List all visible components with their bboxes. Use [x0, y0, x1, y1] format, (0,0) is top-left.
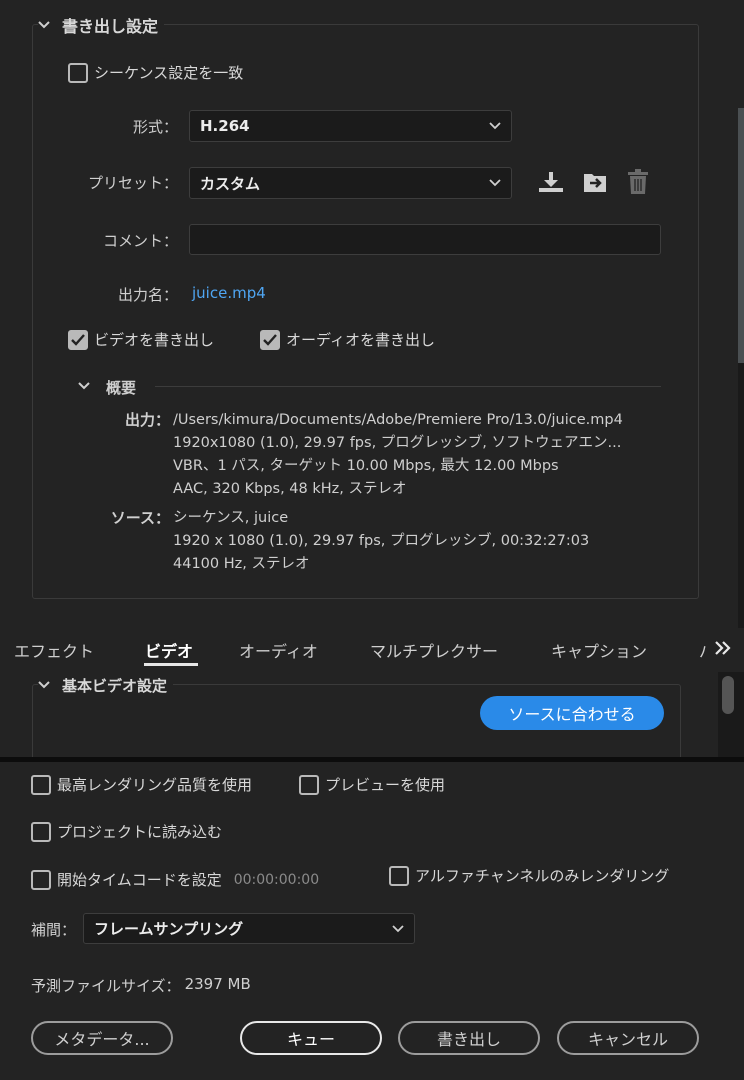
summary-output-line: /Users/kimura/Documents/Adobe/Premiere P… [173, 412, 623, 428]
tab-audio[interactable]: オーディオ [239, 638, 318, 662]
section-title: 書き出し設定 [62, 17, 159, 36]
export-video-label: ビデオを書き出し [94, 331, 215, 349]
summary-source-label: ソース： [110, 509, 170, 527]
chevron-down-icon [489, 179, 501, 187]
export-video-setting[interactable]: ビデオを書き出し [68, 329, 214, 350]
summary-source: シーケンス, juice 1920 x 1080 (1.0), 29.97 fp… [173, 507, 589, 576]
import-preset-icon[interactable] [582, 170, 610, 196]
basic-video-title: 基本ビデオ設定 [62, 676, 168, 695]
use-previews-setting[interactable]: プレビューを使用 [299, 774, 445, 795]
delete-preset-icon[interactable] [626, 168, 650, 196]
preset-label: プリセット： [87, 174, 178, 192]
summary-source-line: 44100 Hz, ステレオ [173, 556, 310, 572]
preset-dropdown[interactable]: カスタム [189, 167, 512, 199]
active-tab-indicator [144, 663, 198, 666]
summary-title: 概要 [106, 379, 137, 397]
estimated-size-value: 2397 MB [184, 975, 251, 993]
double-chevron-right-icon[interactable] [713, 640, 733, 656]
format-dropdown[interactable]: H.264 [189, 110, 512, 142]
export-settings-header[interactable]: 書き出し設定 [38, 12, 165, 38]
chevron-down-icon [392, 924, 404, 933]
tab-effects[interactable]: エフェクト [14, 638, 94, 662]
export-audio-label: オーディオを書き出し [286, 331, 435, 349]
summary-output-line: VBR、1 パス, ターゲット 10.00 Mbps, 最大 12.00 Mbp… [173, 458, 559, 474]
export-video-checkbox[interactable] [68, 329, 88, 350]
import-into-project-label: プロジェクトに読み込む [57, 823, 223, 841]
summary-output-line: 1920x1080 (1.0), 29.97 fps, プログレッシブ, ソフト… [173, 435, 622, 451]
start-timecode-value: 00:00:00:00 [233, 871, 320, 888]
tab-multiplexer[interactable]: マルチプレクサー [370, 638, 498, 662]
queue-button[interactable]: キュー [240, 1021, 382, 1055]
summary-source-line: シーケンス, juice [173, 510, 289, 526]
estimated-size-label: 予測ファイルサイズ： [31, 977, 181, 995]
export-audio-setting[interactable]: オーディオを書き出し [260, 329, 435, 350]
max-render-quality-setting[interactable]: 最高レンダリング品質を使用 [31, 774, 252, 795]
max-render-quality-checkbox[interactable] [31, 774, 51, 795]
chevron-down-icon[interactable] [38, 681, 50, 689]
start-timecode-setting[interactable]: 開始タイムコードを設定 00:00:00:00 [31, 869, 319, 890]
interpolation-value: フレームサンプリング [94, 920, 244, 938]
use-previews-checkbox[interactable] [299, 774, 319, 795]
format-label: 形式： [132, 118, 178, 136]
metadata-button[interactable]: メタデータ... [31, 1021, 173, 1055]
import-into-project-setting[interactable]: プロジェクトに読み込む [31, 821, 222, 842]
start-timecode-label: 開始タイムコードを設定 [57, 871, 222, 889]
output-name-link[interactable]: juice.mp4 [192, 284, 266, 302]
match-source-button[interactable]: ソースに合わせる [480, 696, 664, 730]
match-sequence-setting[interactable]: シーケンス設定を一致 [68, 62, 243, 83]
alpha-only-label: アルファチャンネルのみレンダリング [415, 867, 670, 885]
start-timecode-checkbox[interactable] [31, 869, 51, 890]
tab-publish[interactable]: パ [699, 638, 707, 662]
cancel-button[interactable]: キャンセル [557, 1021, 699, 1055]
program-monitor-edge [738, 108, 744, 363]
chevron-down-icon[interactable] [38, 21, 50, 29]
basic-video-header[interactable]: 基本ビデオ設定 [38, 672, 174, 698]
match-sequence-checkbox[interactable] [68, 62, 88, 83]
summary-output-line: AAC, 320 Kbps, 48 kHz, ステレオ [173, 481, 407, 497]
save-preset-icon[interactable] [537, 170, 565, 194]
format-value: H.264 [200, 117, 250, 135]
export-button[interactable]: 書き出し [398, 1021, 540, 1055]
chevron-down-icon [489, 122, 501, 130]
settings-tabs: エフェクト ビデオ オーディオ マルチプレクサー キャプション パ [0, 628, 744, 672]
comment-field[interactable] [189, 224, 661, 255]
scrollbar-thumb[interactable] [722, 676, 734, 714]
tab-captions[interactable]: キャプション [551, 638, 647, 662]
match-sequence-label: シーケンス設定を一致 [94, 64, 244, 82]
tab-video[interactable]: ビデオ [145, 638, 193, 662]
export-audio-checkbox[interactable] [260, 329, 280, 350]
comment-label: コメント： [102, 232, 178, 250]
preset-value: カスタム [200, 174, 261, 193]
max-render-quality-label: 最高レンダリング品質を使用 [57, 776, 253, 794]
alpha-only-setting[interactable]: アルファチャンネルのみレンダリング [389, 865, 669, 886]
estimated-file-size: 予測ファイルサイズ： 2397 MB [31, 975, 251, 996]
summary-output-label: 出力： [124, 411, 170, 429]
chevron-down-icon[interactable] [78, 382, 90, 390]
output-name-label: 出力名： [117, 286, 178, 304]
summary-output: /Users/kimura/Documents/Adobe/Premiere P… [173, 409, 623, 501]
import-into-project-checkbox[interactable] [31, 821, 51, 842]
interpolation-dropdown[interactable]: フレームサンプリング [83, 913, 415, 944]
panel-edge [738, 363, 744, 758]
summary-divider [155, 386, 661, 387]
summary-source-line: 1920 x 1080 (1.0), 29.97 fps, プログレッシブ, 0… [173, 533, 590, 549]
use-previews-label: プレビューを使用 [325, 776, 446, 794]
interpolation-label: 補間： [31, 921, 77, 939]
alpha-only-checkbox[interactable] [389, 865, 409, 886]
